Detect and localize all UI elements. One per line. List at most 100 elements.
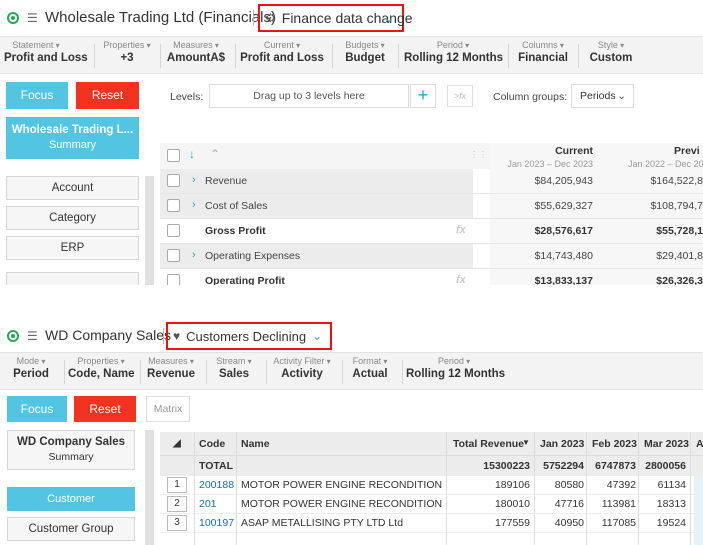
total-revenue: 189106	[494, 479, 530, 491]
toolbar-format[interactable]: Format Actual	[346, 356, 394, 380]
feb-value: 47392	[606, 479, 636, 491]
divider	[578, 44, 579, 68]
expand-all-icon[interactable]: ↓	[189, 147, 195, 161]
focus-button[interactable]: Focus	[6, 82, 68, 109]
column-header-previous[interactable]: Previ	[622, 145, 703, 157]
summary-card[interactable]: WD Company Sales Summary	[7, 430, 135, 470]
header-mar-2023[interactable]: Mar 2023	[644, 438, 689, 450]
chevron-down-icon[interactable]: ⌄	[312, 329, 322, 343]
current-value: $84,205,943	[534, 175, 593, 187]
table-row[interactable]: Operating Profit fx $13,833,137 $26,326,…	[160, 269, 703, 285]
table-row[interactable]: › Operating Expenses $14,743,480 $29,401…	[160, 244, 703, 269]
view-selector[interactable]: ⚙ Finance data change ⌄	[258, 4, 413, 32]
separator	[163, 328, 164, 344]
chevron-down-icon: ⌄	[617, 90, 626, 102]
toolbar-period[interactable]: Period Rolling 12 Months	[404, 40, 503, 64]
row-checkbox[interactable]	[167, 249, 180, 262]
row-checkbox[interactable]	[167, 274, 180, 285]
view-selector[interactable]: ♥ Customers Declining ⌄	[166, 322, 332, 350]
mar-value: 61134	[657, 479, 686, 491]
toolbar-caption: Stream	[212, 356, 256, 366]
side-item-erp[interactable]: ERP	[6, 236, 139, 260]
total-revenue: 180010	[494, 498, 530, 510]
toolbar-mode[interactable]: Mode Period	[6, 356, 56, 380]
header-code[interactable]: Code	[199, 438, 225, 450]
table-row[interactable]: › Revenue $84,205,943 $164,522,8	[160, 169, 703, 194]
customer-name: ASAP METALLISING PTY LTD Ltd	[241, 517, 404, 529]
header-apr-2023[interactable]: A	[696, 438, 703, 450]
toolbar-caption: Period	[406, 356, 502, 366]
reset-button[interactable]: Reset	[76, 82, 139, 109]
header-jan-2023[interactable]: Jan 2023	[540, 438, 584, 450]
sort-desc-icon[interactable]: ▼	[522, 438, 530, 447]
matrix-button[interactable]: Matrix	[146, 396, 190, 422]
table-row[interactable]: 3 100197 ASAP METALLISING PTY LTD Ltd 17…	[160, 514, 703, 533]
row-checkbox[interactable]	[167, 199, 180, 212]
toolbar-measures[interactable]: Measures Revenue	[144, 356, 198, 380]
toolbar-current[interactable]: Current Profit and Loss	[240, 40, 324, 64]
side-item-customer-group[interactable]: Customer Group	[7, 517, 135, 541]
row-label: Gross Profit	[205, 225, 266, 237]
collapse-all-icon[interactable]: ⌃	[210, 147, 220, 161]
column-groups-select[interactable]: Periods ⌄	[571, 84, 634, 108]
fx-button[interactable]: >fx	[447, 85, 473, 107]
column-header-current[interactable]: Current Jan 2023 – Dec 2023	[500, 145, 593, 169]
header-name[interactable]: Name	[241, 438, 270, 450]
row-label: Revenue	[205, 175, 248, 187]
financials-panel: ☰ Wholesale Trading Ltd (Financials) ⚙ F…	[0, 0, 703, 285]
customer-code-link[interactable]: 100197	[199, 517, 234, 529]
table-row[interactable]: › Cost of Sales $55,629,327 $108,794,7	[160, 194, 703, 219]
chevron-right-icon[interactable]: ›	[192, 199, 196, 211]
toolbar-columns[interactable]: Columns Financial	[514, 40, 572, 64]
levels-drop-zone[interactable]: Drag up to 3 levels here	[209, 84, 409, 108]
toolbar-statement[interactable]: Statement Profit and Loss	[4, 40, 88, 64]
table-row[interactable]: 2 201 MOTOR POWER ENGINE RECONDITION Ltd…	[160, 495, 703, 514]
toolbar-activity-filter[interactable]: Activity Filter Activity	[270, 356, 334, 380]
toolbar-caption: Format	[346, 356, 394, 366]
toolbar-properties[interactable]: Properties +3	[100, 40, 154, 64]
divider	[266, 360, 267, 384]
table-row[interactable]: 1 200188 MOTOR POWER ENGINE RECONDITION …	[160, 476, 703, 495]
previous-value: $108,794,7	[650, 200, 703, 212]
summary-card[interactable]: Wholesale Trading L... Summary	[6, 117, 139, 159]
select-all-checkbox[interactable]	[167, 149, 180, 162]
column-header-previous-sub: Jan 2022 – Dec 20	[622, 157, 703, 169]
toolbar-stream[interactable]: Stream Sales	[212, 356, 256, 380]
chevron-down-icon[interactable]: ⌄	[384, 11, 394, 25]
header-feb-2023[interactable]: Feb 2023	[592, 438, 637, 450]
side-item-customer[interactable]: Customer	[7, 487, 135, 511]
reset-button[interactable]: Reset	[74, 396, 136, 422]
feb-value: 113981	[601, 498, 636, 510]
divider	[140, 360, 141, 384]
customer-code-link[interactable]: 200188	[199, 479, 234, 491]
row-checkbox[interactable]	[167, 224, 180, 237]
total-row: TOTAL 15300223 5752294 6747873 2800056	[160, 456, 703, 476]
separator	[253, 10, 254, 26]
table-row[interactable]: Gross Profit fx $28,576,617 $55,728,1	[160, 219, 703, 244]
toolbar-measures[interactable]: Measures AmountA$	[166, 40, 226, 64]
side-item-category[interactable]: Category	[6, 206, 139, 230]
toolbar-caption: Style	[584, 40, 638, 50]
previous-value: $164,522,8	[650, 175, 703, 187]
focus-button[interactable]: Focus	[7, 396, 67, 422]
sidebar-scrollbar[interactable]	[145, 430, 154, 545]
sidebar-scrollbar[interactable]	[145, 176, 154, 285]
toolbar-period[interactable]: Period Rolling 12 Months	[406, 356, 505, 380]
chevron-right-icon[interactable]: ›	[192, 174, 196, 186]
sort-corner-icon[interactable]: ◢	[173, 438, 181, 449]
toolbar-properties[interactable]: Properties Code, Name	[68, 356, 134, 380]
toolbar-style[interactable]: Style Custom	[584, 40, 638, 64]
drag-handle-icon[interactable]: ⋮⋮	[470, 150, 488, 159]
toolbar-budgets[interactable]: Budgets Budget	[338, 40, 392, 64]
feb-value: 117085	[601, 517, 636, 529]
customer-code-link[interactable]: 201	[199, 498, 217, 510]
column-title: Previ	[674, 145, 700, 157]
jan-value: 80580	[554, 479, 584, 491]
toolbar-value: Budget	[345, 52, 385, 64]
side-item[interactable]	[6, 272, 139, 285]
header-total-revenue[interactable]: Total Revenue	[453, 438, 524, 450]
side-item-account[interactable]: Account	[6, 176, 139, 200]
row-checkbox[interactable]	[167, 174, 180, 187]
add-level-button[interactable]: +	[410, 84, 436, 108]
chevron-right-icon[interactable]: ›	[192, 249, 196, 261]
